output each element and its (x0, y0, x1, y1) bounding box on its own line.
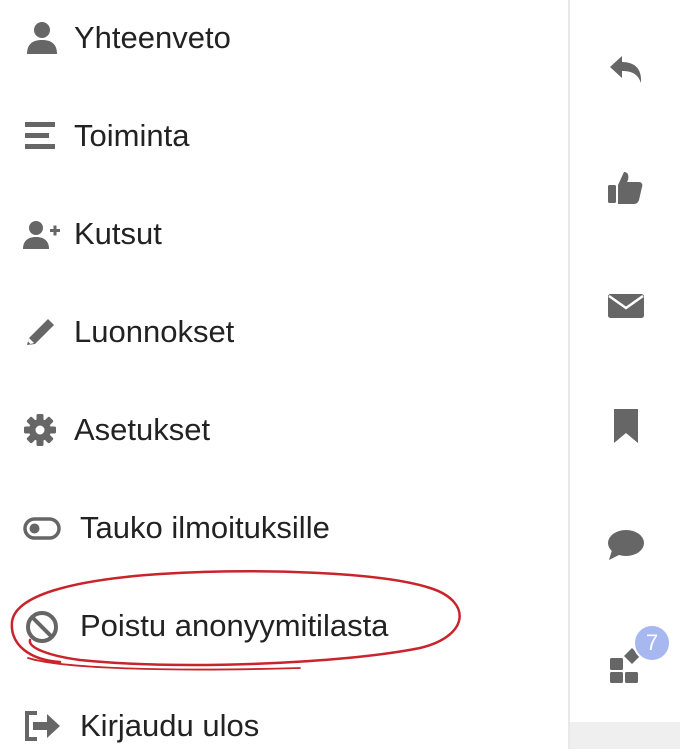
menu-item-label: Poistu anonyymitilasta (80, 608, 389, 643)
user-icon (22, 20, 62, 56)
notification-count-badge: 7 (633, 624, 671, 662)
reply-icon (610, 56, 642, 83)
pencil-icon (22, 314, 62, 350)
menu-item-label: Kutsut (74, 216, 162, 251)
review-queue-tab[interactable]: 7 (570, 624, 680, 694)
envelope-icon (608, 294, 644, 318)
menu-item-activity[interactable]: Toiminta (0, 106, 560, 166)
menu-item-drafts[interactable]: Luonnokset (0, 302, 560, 362)
menu-item-log-out[interactable]: Kirjaudu ulos (0, 696, 560, 756)
likes-tab[interactable] (570, 158, 680, 218)
user-plus-icon (22, 216, 62, 252)
menu-item-label: Yhteenveto (74, 20, 231, 55)
menu-item-label: Tauko ilmoituksille (80, 510, 330, 545)
user-menu: Yhteenveto Toiminta Kutsut Luonnokset As… (0, 0, 568, 749)
ban-icon (22, 608, 62, 644)
rail-footer (570, 722, 680, 749)
menu-item-label: Luonnokset (74, 314, 235, 349)
activity-lines-icon (22, 118, 62, 154)
bookmark-icon (614, 409, 638, 443)
menu-item-invites[interactable]: Kutsut (0, 204, 560, 264)
messages-tab[interactable] (570, 276, 680, 336)
chat-tab[interactable] (570, 514, 680, 574)
menu-item-pause-notifications[interactable]: Tauko ilmoituksille (0, 498, 560, 558)
menu-item-settings[interactable]: Asetukset (0, 400, 560, 460)
menu-item-exit-anonymous-mode[interactable]: Poistu anonyymitilasta (0, 596, 560, 656)
menu-item-label: Asetukset (74, 412, 211, 447)
bookmarks-tab[interactable] (570, 396, 680, 456)
quick-access-rail: 7 (568, 0, 680, 749)
gear-icon (22, 412, 62, 448)
sign-out-icon (22, 708, 62, 744)
thumbs-up-icon (608, 172, 643, 204)
replies-tab[interactable] (570, 40, 680, 100)
menu-item-label: Toiminta (74, 118, 190, 153)
menu-item-summary[interactable]: Yhteenveto (0, 8, 560, 68)
comment-icon (608, 530, 644, 560)
toggle-icon (22, 510, 62, 546)
menu-item-label: Kirjaudu ulos (80, 708, 260, 743)
